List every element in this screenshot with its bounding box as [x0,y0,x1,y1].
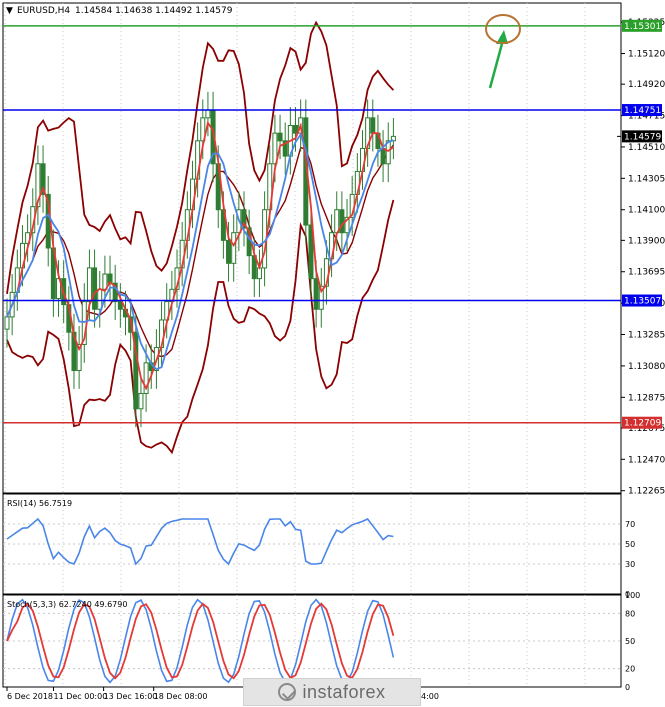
ohlc-readout: 1.14584 1.14638 1.14492 1.14579 [75,6,233,16]
rsi-tick-label: 30 [625,560,635,569]
price-tick-label: 1.14100 [628,206,665,216]
rsi-axis: 7050300 [625,520,635,599]
price-tick-label: 1.12875 [628,393,665,403]
candle-body [277,132,283,142]
rsi-tick-label: 70 [625,520,635,529]
level-label-blue_bottom: 1.13507 [624,297,661,307]
candle-body [86,267,92,303]
collapse-triangle-icon[interactable]: ▼ [6,6,13,16]
price-tick-label: 1.14510 [628,143,665,153]
stoch-tick-label: 80 [625,609,635,618]
price-tick-label: 1.15120 [628,50,665,60]
stoch-axis: 100 80 50 20 0 [625,591,640,692]
stoch-tick-label: 20 [625,665,635,674]
price-tick-label: 1.14920 [628,80,665,90]
watermark-logo: instaforex [243,678,421,706]
candle-body [4,316,10,330]
candle-body [97,288,103,310]
level-label-green: 1.15301 [624,22,661,32]
symbol-label: EURUSD,H4 [17,6,70,16]
rsi-label: RSI(14) 56.7519 [7,499,72,508]
time-tick-label: 13 Dec 16:00 [104,692,158,701]
stoch-tick-label: 100 [625,591,640,600]
stoch-label: Stoch(5,3,3) 62.7240 49.6790 [7,600,127,609]
candle-body [92,267,98,310]
price-tick-label: 1.13285 [628,331,665,341]
price-tick-label: 1.13695 [628,268,665,278]
time-tick-label: 18 Dec 08:00 [154,692,208,701]
candle-body [370,117,376,134]
candle-body [293,125,299,134]
rsi-tick-label: 50 [625,540,635,549]
level-label-blue_top: 1.14751 [624,106,661,116]
level-label-current: 1.14579 [624,132,661,142]
watermark-text: instaforex [302,681,386,702]
time-tick-label: 6 Dec 2018 [7,692,53,701]
candle-body [380,147,386,165]
level-label-red: 1.12709 [624,419,661,429]
candle-body [231,232,237,264]
chart-canvas: 1.153251.151201.149201.147151.145101.143… [2,2,665,701]
price-tick-label: 1.14305 [628,174,665,184]
candle-body [226,239,232,264]
price-tick-label: 1.12265 [628,487,665,497]
instaforex-logo-icon [278,683,297,701]
candle-body [334,209,340,234]
stoch-tick-label: 50 [625,637,635,646]
time-tick-label: 11 Dec 00:00 [54,692,108,701]
price-tick-label: 1.13080 [628,362,665,372]
candle-body [313,278,319,310]
price-tick-label: 1.13900 [628,236,665,246]
candle-body [138,392,144,410]
stoch-tick-label: 0 [625,683,630,692]
candle-body [339,209,345,234]
price-tick-label: 1.12470 [628,455,665,465]
candle-body [205,109,211,119]
